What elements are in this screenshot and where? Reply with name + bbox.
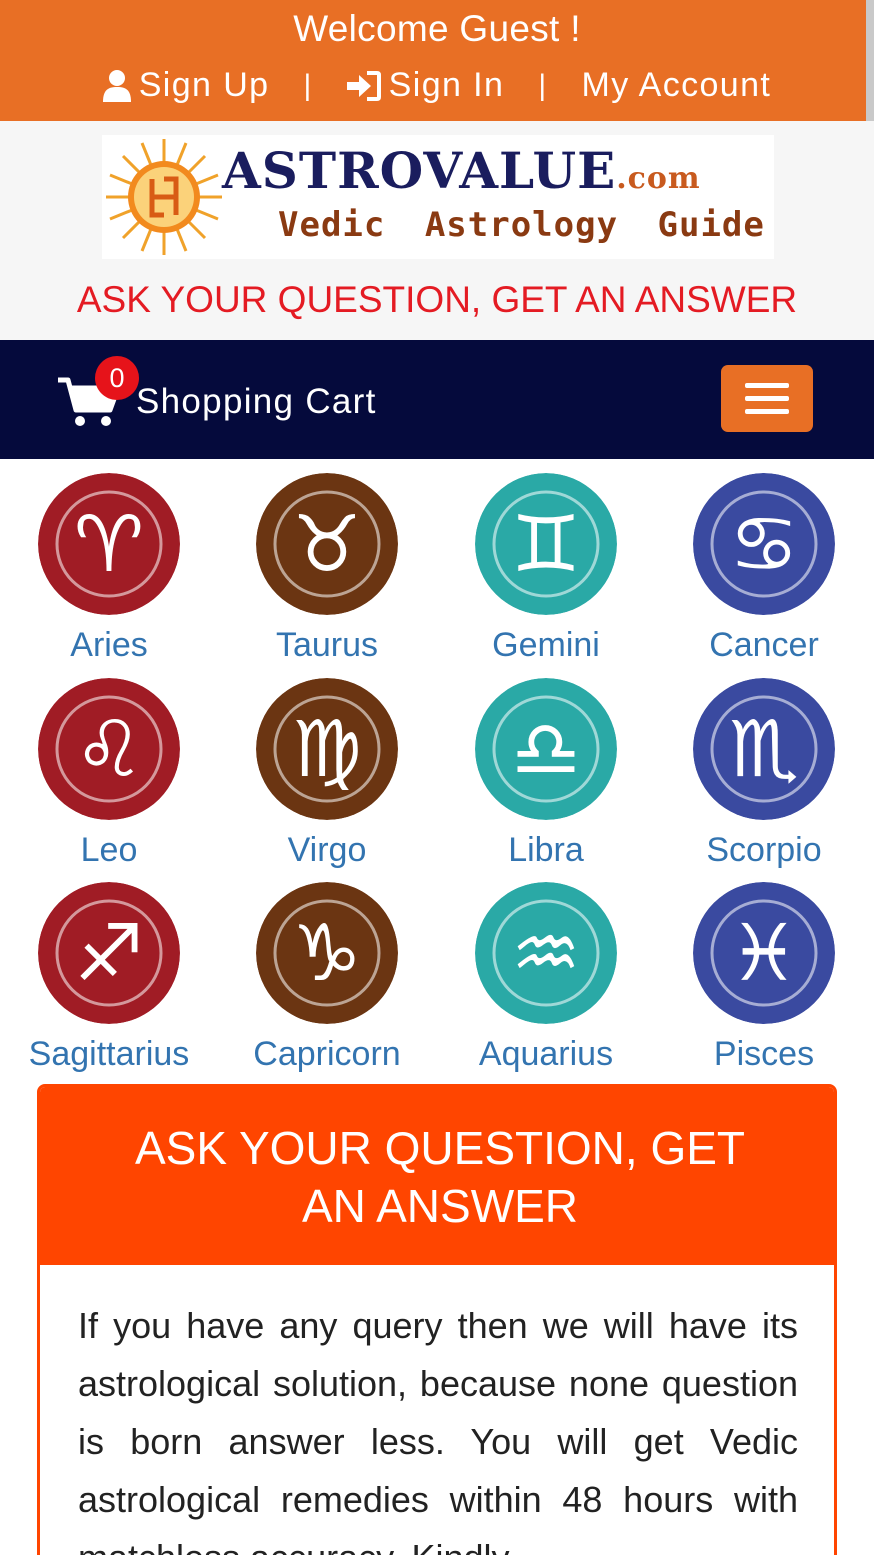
sign-in-label: Sign In [388,66,505,104]
hamburger-icon [745,396,789,401]
aquarius-icon: ♒ [475,882,617,1024]
zodiac-label[interactable]: Aries [0,626,218,665]
site-logo[interactable]: ASTROVALUE.com Vedic Astrology Guide [102,135,774,259]
sign-in-link[interactable]: Sign In [346,66,505,105]
svg-text:♏: ♏ [729,705,799,795]
taurus-icon: ♉ [256,473,398,615]
ask-question-banner: ASK YOUR QUESTION, GET AN ANSWER [76,279,798,320]
svg-text:♐: ♐ [74,909,144,999]
zodiac-label[interactable]: Gemini [437,626,655,665]
zodiac-label[interactable]: Pisces [655,1035,873,1074]
zodiac-label[interactable]: Sagittarius [0,1035,218,1074]
scrollbar-thumb[interactable] [866,0,874,140]
zodiac-label[interactable]: Scorpio [655,831,873,870]
zodiac-cancer[interactable]: ♋ Cancer [655,473,873,673]
panel-heading: ASK YOUR QUESTION, GET AN ANSWER [40,1087,834,1265]
zodiac-label[interactable]: Leo [0,831,218,870]
zodiac-taurus[interactable]: ♉ Taurus [218,473,436,673]
virgo-icon: ♍ [256,678,398,820]
zodiac-aquarius[interactable]: ♒ Aquarius [437,882,655,1082]
ask-question-panel: ASK YOUR QUESTION, GET AN ANSWER If you … [37,1084,837,1555]
hamburger-icon [745,383,789,388]
top-bar: Welcome Guest ! Sign Up | Sign In | My A… [0,0,874,140]
zodiac-leo[interactable]: ♌ Leo [0,678,218,878]
pisces-icon: ♓ [693,882,835,1024]
welcome-text: Welcome Guest ! [293,8,581,49]
svg-text:♋: ♋ [729,500,799,590]
svg-text:♍: ♍ [292,705,362,795]
sun-swastika-icon [106,139,222,255]
svg-text:♉: ♉ [292,500,362,590]
svg-text:♊: ♊ [511,500,581,590]
svg-text:♓: ♓ [729,909,799,999]
zodiac-aries[interactable]: ♈ Aries [0,473,218,673]
zodiac-label[interactable]: Cancer [655,626,873,665]
shopping-cart-link[interactable]: 0 Shopping Cart [58,356,377,438]
zodiac-virgo[interactable]: ♍ Virgo [218,678,436,878]
svg-text:♎: ♎ [511,705,581,795]
link-separator: | [303,68,313,102]
link-separator: | [538,68,548,102]
my-account-label: My Account [581,66,772,104]
brand-tagline: Vedic Astrology Guide [278,205,765,245]
zodiac-pisces[interactable]: ♓ Pisces [655,882,873,1082]
aries-icon: ♈ [38,473,180,615]
zodiac-label[interactable]: Taurus [218,626,436,665]
zodiac-label[interactable]: Libra [437,831,655,870]
zodiac-label[interactable]: Aquarius [437,1035,655,1074]
sign-up-link[interactable]: Sign Up [102,66,270,105]
gemini-icon: ♊ [475,473,617,615]
svg-text:♈: ♈ [74,500,144,590]
navbar: 0 Shopping Cart [0,340,874,459]
zodiac-libra[interactable]: ♎ Libra [437,678,655,878]
zodiac-sagittarius[interactable]: ♐ Sagittarius [0,882,218,1082]
leo-icon: ♌ [38,678,180,820]
zodiac-scorpio[interactable]: ♏ Scorpio [655,678,873,878]
header-logo-area: ASTROVALUE.com Vedic Astrology Guide ASK… [0,121,874,340]
zodiac-gemini[interactable]: ♊ Gemini [437,473,655,673]
zodiac-label[interactable]: Virgo [218,831,436,870]
account-links: Sign Up | Sign In | My Account [0,66,874,105]
cancer-icon: ♋ [693,473,835,615]
svg-text:♌: ♌ [74,705,144,795]
sign-up-label: Sign Up [138,66,270,104]
libra-icon: ♎ [475,678,617,820]
my-account-link[interactable]: My Account [582,66,772,105]
brand-name: ASTROVALUE.com [222,141,701,200]
scorpio-icon: ♏ [693,678,835,820]
sign-in-icon [346,70,381,101]
sagittarius-icon: ♐ [38,882,180,1024]
menu-toggle-button[interactable] [721,365,813,432]
svg-text:♒: ♒ [511,909,581,999]
panel-description: If you have any query then we will have … [78,1305,798,1555]
svg-text:♑: ♑ [292,909,362,999]
hamburger-icon [745,409,789,414]
cart-count-badge: 0 [95,356,139,400]
capricorn-icon: ♑ [256,882,398,1024]
zodiac-capricorn[interactable]: ♑ Capricorn [218,882,436,1082]
user-icon [102,69,131,102]
shopping-cart-label: Shopping Cart [136,382,377,421]
zodiac-label[interactable]: Capricorn [218,1035,436,1074]
